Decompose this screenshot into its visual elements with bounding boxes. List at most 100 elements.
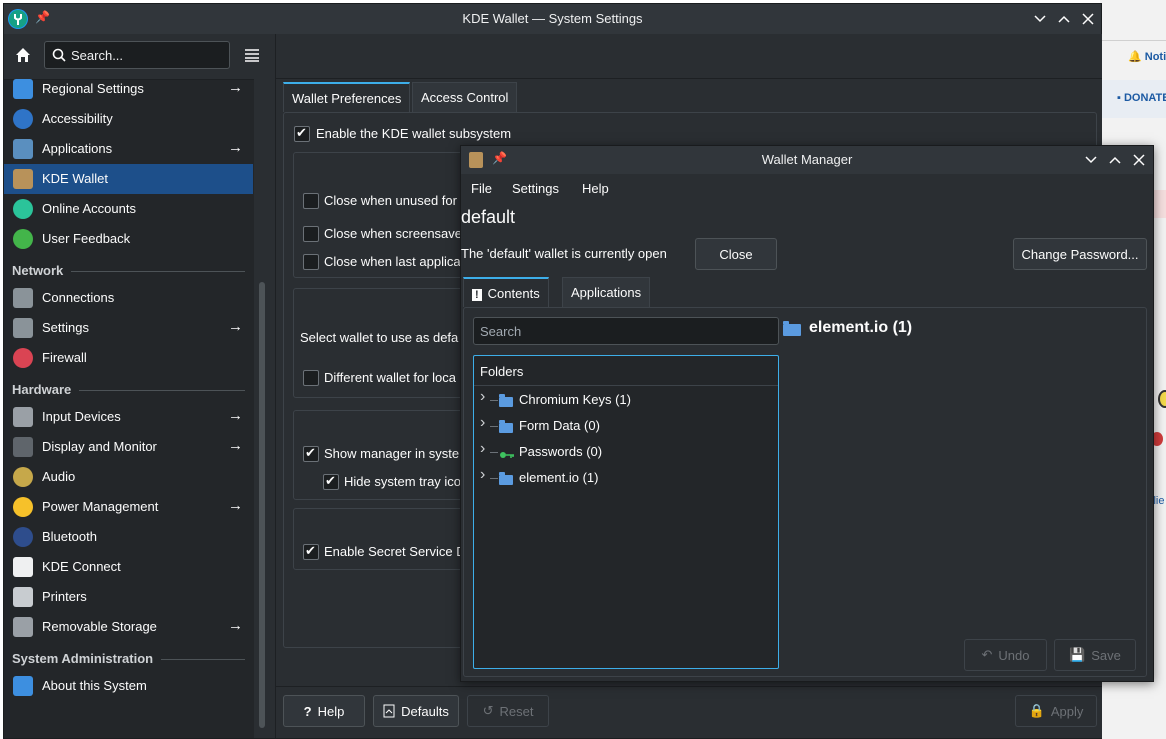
apply-button[interactable]: 🔒 Apply xyxy=(1015,695,1097,727)
sidebar-item-settings[interactable]: Settings → xyxy=(4,313,253,343)
wallet-icon xyxy=(13,169,33,189)
arrow-right-icon: → xyxy=(228,79,243,96)
wm-close-button[interactable] xyxy=(1129,150,1149,170)
hamburger-icon xyxy=(245,49,259,62)
tab-contents[interactable]: ! Contents xyxy=(463,277,549,307)
sidebar-search-input[interactable]: Search... xyxy=(44,41,230,69)
main-titlebar[interactable]: 📌 KDE Wallet — System Settings xyxy=(4,4,1101,34)
change-password-button[interactable]: Change Password... xyxy=(1013,238,1147,270)
tab-applications[interactable]: Applications xyxy=(562,277,651,307)
undo-button[interactable]: ↶ Undo xyxy=(964,639,1047,671)
sidebar-item-regional-settings[interactable]: Regional Settings → xyxy=(4,74,253,104)
applications-icon xyxy=(13,139,33,159)
enable-subsystem-label: Enable the KDE wallet subsystem xyxy=(316,126,512,141)
sidebar-item-bluetooth[interactable]: Bluetooth xyxy=(4,522,253,552)
tree-row-label: element.io (1) xyxy=(519,470,599,485)
sidebar-item-online-accounts[interactable]: Online Accounts xyxy=(4,194,253,224)
key-icon xyxy=(499,448,515,463)
close-unused-checkbox[interactable] xyxy=(303,193,319,209)
storage-icon xyxy=(13,617,33,637)
sidebar-item-removable-storage[interactable]: Removable Storage → xyxy=(4,612,253,642)
content-header-divider xyxy=(276,78,1102,79)
enable-secret-service-checkbox[interactable] xyxy=(303,543,319,560)
sidebar-item-label: Input Devices xyxy=(42,409,121,424)
maximize-button[interactable] xyxy=(1054,9,1074,29)
tab-wallet-preferences[interactable]: Wallet Preferences xyxy=(283,82,411,112)
tree-row[interactable]: › element.io (1) xyxy=(474,466,778,492)
selected-folder-heading: element.io (1) xyxy=(783,319,912,336)
hamburger-menu-button[interactable] xyxy=(244,48,260,64)
apply-icon: 🔒 xyxy=(1028,703,1045,718)
sidebar-item-kde-connect[interactable]: KDE Connect xyxy=(4,552,253,582)
expand-chevron-icon[interactable]: › xyxy=(480,440,485,458)
sidebar-item-applications[interactable]: Applications → xyxy=(4,134,253,164)
tree-row[interactable]: › Passwords (0) xyxy=(474,440,778,466)
online-accounts-icon xyxy=(13,199,33,219)
reset-button[interactable]: ↺ Reset xyxy=(467,695,549,727)
close-window-button[interactable] xyxy=(1078,9,1098,29)
hide-tray-checkbox[interactable] xyxy=(323,473,339,490)
menu-help[interactable]: Help xyxy=(582,181,609,196)
sidebar-item-display-and-monitor[interactable]: Display and Monitor → xyxy=(4,432,253,462)
background-emoji-icon xyxy=(1158,390,1166,408)
expand-chevron-icon[interactable]: › xyxy=(480,388,485,406)
sidebar-item-accessibility[interactable]: Accessibility xyxy=(4,104,253,134)
home-button[interactable] xyxy=(14,46,34,66)
reset-icon: ↺ xyxy=(482,703,494,718)
sidebar-item-user-feedback[interactable]: User Feedback xyxy=(4,224,253,254)
sidebar-item-input-devices[interactable]: Input Devices → xyxy=(4,402,253,432)
enable-secret-service-label: Enable Secret Service D xyxy=(324,544,466,559)
wallet-manager-titlebar[interactable]: 📌 Wallet Manager xyxy=(461,146,1153,174)
sidebar-item-connections[interactable]: Connections xyxy=(4,283,253,313)
sidebar-item-printers[interactable]: Printers xyxy=(4,582,253,612)
search-placeholder: Search... xyxy=(71,48,124,63)
save-button[interactable]: 💾 Save xyxy=(1054,639,1136,671)
wallet-name-heading: default xyxy=(461,207,516,227)
minimize-button[interactable] xyxy=(1030,9,1050,29)
sidebar-item-kde-wallet[interactable]: KDE Wallet xyxy=(4,164,253,194)
close-screensaver-checkbox[interactable] xyxy=(303,226,319,242)
show-manager-checkbox[interactable] xyxy=(303,445,319,462)
tab-access-control[interactable]: Access Control xyxy=(412,82,518,112)
network-settings-icon xyxy=(13,318,33,338)
expand-chevron-icon[interactable]: › xyxy=(480,466,485,484)
wallet-status-text: The 'default' wallet is currently open xyxy=(461,246,667,261)
sidebar-section-rule xyxy=(161,659,245,660)
folders-tree[interactable]: Folders › Chromium Keys (1) › Form Data (0)… xyxy=(473,355,779,669)
wm-minimize-button[interactable] xyxy=(1081,150,1101,170)
sidebar-item-label: Bluetooth xyxy=(42,529,97,544)
select-wallet-label: Select wallet to use as defa xyxy=(300,330,459,345)
menu-file[interactable]: File xyxy=(471,181,492,196)
sidebar-item-audio[interactable]: Audio xyxy=(4,462,253,492)
sidebar-item-about-this-system[interactable]: About this System xyxy=(4,671,253,701)
arrow-right-icon: → xyxy=(228,437,243,454)
sidebar-scrollbar[interactable] xyxy=(259,282,265,728)
different-wallet-checkbox[interactable] xyxy=(303,370,319,386)
wm-search-input[interactable]: Search xyxy=(473,317,779,345)
enable-subsystem-checkbox[interactable] xyxy=(294,125,310,142)
sidebar: Search... Regional Settings → Accessibilit… xyxy=(4,34,259,738)
wm-maximize-button[interactable] xyxy=(1105,150,1125,170)
defaults-button[interactable]: Defaults xyxy=(373,695,459,727)
folder-icon xyxy=(499,420,513,433)
help-button[interactable]: ? Help xyxy=(283,695,365,727)
sidebar-item-power-management[interactable]: Power Management → xyxy=(4,492,253,522)
tree-row[interactable]: › Chromium Keys (1) xyxy=(474,388,778,414)
close-last-app-checkbox[interactable] xyxy=(303,254,319,270)
sidebar-item-label: Accessibility xyxy=(42,111,113,126)
sidebar-item-label: User Feedback xyxy=(42,231,131,246)
expand-chevron-icon[interactable]: › xyxy=(480,414,485,432)
close-wallet-button[interactable]: Close xyxy=(695,238,777,270)
sidebar-item-label: KDE Wallet xyxy=(42,171,108,186)
warning-icon: ! xyxy=(472,289,482,301)
tree-row[interactable]: › Form Data (0) xyxy=(474,414,778,440)
tree-row-label: Chromium Keys (1) xyxy=(519,392,631,407)
chevron-up-icon xyxy=(1109,156,1121,164)
sidebar-item-firewall[interactable]: Firewall xyxy=(4,343,253,373)
save-icon: 💾 xyxy=(1069,647,1086,662)
menu-settings[interactable]: Settings xyxy=(512,181,559,196)
show-manager-label: Show manager in syste xyxy=(324,446,460,461)
close-icon xyxy=(1133,154,1145,166)
info-icon xyxy=(13,676,33,696)
background-donate-link: ▪ DONATE xyxy=(1117,92,1166,104)
